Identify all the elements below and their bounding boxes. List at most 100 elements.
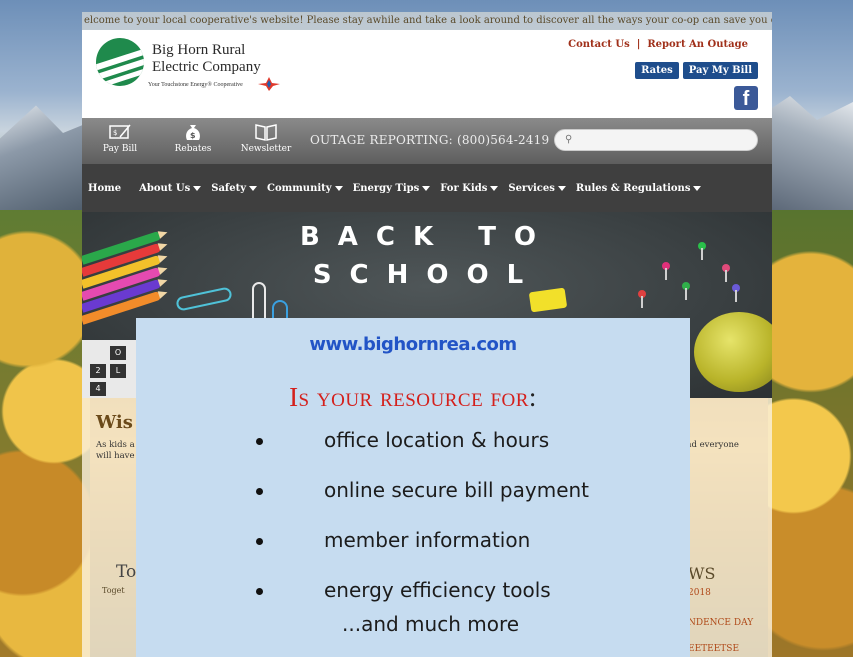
article-heading[interactable]: Wis [96, 412, 133, 433]
nav-energy-tips-label: Energy Tips [352, 182, 420, 194]
svg-text:$: $ [190, 131, 196, 140]
header-buttons: Rates Pay My Bill [635, 62, 758, 79]
calculator-key: 2 [90, 364, 106, 378]
push-pin [698, 242, 706, 260]
bullet-icon [256, 588, 263, 595]
outage-phone: OUTAGE REPORTING: (800)564-2419 [310, 133, 550, 147]
list-item-text: member information [324, 528, 531, 552]
list-item: member information [136, 528, 690, 578]
nav-for-kids[interactable]: For Kids [440, 182, 499, 194]
nav-rules-regulations-label: Rules & Regulations [575, 182, 691, 194]
welcome-marquee: elcome to your local cooperative's websi… [82, 12, 772, 30]
company-name[interactable]: Big Horn Rural Electric Company [152, 42, 261, 76]
nav-safety-label: Safety [211, 182, 247, 194]
nav-services[interactable]: Services [508, 183, 566, 194]
popup-more-text: ...and much more [342, 612, 520, 636]
chevron-down-icon [693, 185, 702, 191]
calculator-key: 4 [90, 382, 106, 396]
section-heading: To [116, 562, 137, 582]
background-mountain-right [763, 96, 853, 210]
nav-rules-regulations[interactable]: Rules & Regulations [576, 183, 702, 194]
nav-home-label: Home [88, 182, 122, 194]
broken-image[interactable]: Toget [102, 586, 125, 595]
facebook-icon[interactable]: f [734, 86, 758, 110]
chevron-down-icon [249, 185, 258, 191]
banner-title-line1: BACK TO [299, 222, 555, 252]
push-pin [732, 284, 740, 302]
nav-safety[interactable]: Safety [211, 182, 258, 194]
calculator: O 2 L 4 [82, 340, 138, 398]
news-item[interactable]: NDENCE DAY [688, 618, 753, 628]
popup-heading-text: Is your resource for [289, 382, 529, 412]
touchstone-logo-icon [258, 77, 280, 91]
push-pin [722, 264, 730, 282]
nav-community-label: Community [267, 182, 332, 194]
bullet-icon [256, 438, 263, 445]
pay-bill-tool[interactable]: $ Pay Bill [90, 122, 150, 154]
nav-about-us-label: About Us [139, 182, 191, 194]
touchstone-tagline: Your Touchstone Energy® Cooperative [148, 82, 243, 88]
news-item[interactable]: EETEETSE [688, 644, 739, 654]
quick-tools-bar: $ Pay Bill $ Rebates Newsletter OUTAGE R… [82, 118, 772, 164]
popup-heading: Is your resource for: [136, 382, 690, 413]
list-item: online secure bill payment [136, 478, 690, 528]
push-pin [682, 282, 690, 300]
chevron-down-icon [422, 185, 431, 191]
list-item-text: online secure bill payment [324, 478, 590, 502]
list-item: office location & hours [136, 428, 690, 478]
money-bag-icon: $ [186, 125, 200, 140]
pay-my-bill-button[interactable]: Pay My Bill [682, 62, 758, 79]
book-icon [255, 124, 277, 141]
main-nav: Home About Us Safety Community Energy Ti… [82, 164, 772, 212]
contact-us-link[interactable]: Contact Us [568, 39, 630, 50]
resource-popup[interactable]: www.bighornrea.com Is your resource for:… [136, 318, 690, 657]
nav-for-kids-label: For Kids [440, 182, 488, 194]
chevron-down-icon [334, 185, 343, 191]
sharpener [528, 287, 568, 313]
rebates-tool[interactable]: $ Rebates [163, 122, 223, 154]
newsletter-label: Newsletter [240, 144, 292, 154]
company-name-line2: Electric Company [152, 59, 261, 75]
bullet-icon [256, 488, 263, 495]
nav-about-us[interactable]: About Us [139, 182, 202, 194]
background-mountain-left [0, 105, 90, 210]
search-icon: ⚲ [565, 134, 573, 145]
coop-logo-icon[interactable] [96, 38, 144, 86]
pay-bill-label: Pay Bill [102, 144, 138, 154]
bullet-icon [256, 538, 263, 545]
rebates-label: Rebates [174, 144, 212, 154]
news-heading: WS [688, 564, 716, 583]
popup-bullet-list: office location & hours online secure bi… [136, 428, 690, 628]
push-pin [638, 290, 646, 308]
popup-heading-colon: : [528, 382, 537, 412]
report-outage-link[interactable]: Report An Outage [647, 39, 748, 50]
header-links: Contact Us | Report An Outage [568, 39, 748, 50]
company-name-line1: Big Horn Rural [152, 42, 246, 58]
background-trees-left [0, 210, 90, 657]
background-trees-right [768, 210, 853, 657]
nav-energy-tips[interactable]: Energy Tips [353, 183, 431, 194]
apple [694, 312, 772, 392]
newsletter-tool[interactable]: Newsletter [236, 122, 296, 154]
chevron-down-icon [193, 185, 202, 191]
paperclip [175, 286, 233, 312]
nav-services-label: Services [508, 182, 555, 194]
nav-community[interactable]: Community [267, 183, 343, 194]
site-header: Big Horn Rural Electric Company Your Tou… [82, 30, 772, 118]
search-input[interactable]: ⚲ [554, 129, 758, 151]
nav-home[interactable]: Home [88, 183, 121, 194]
list-item-text: office location & hours [324, 428, 550, 452]
news-item[interactable]: 2018 [688, 588, 711, 598]
calculator-key: O [110, 346, 126, 360]
svg-text:$: $ [113, 129, 117, 137]
chevron-down-icon [557, 185, 566, 191]
calculator-key: L [110, 364, 126, 378]
link-separator: | [636, 39, 641, 50]
popup-url[interactable]: www.bighornrea.com [136, 334, 690, 355]
list-item-text: energy efficiency tools [324, 578, 551, 602]
article-body-right: nd everyone [686, 440, 739, 450]
chevron-down-icon [490, 185, 499, 191]
push-pin [662, 262, 670, 280]
bill-icon: $ [109, 124, 131, 139]
rates-button[interactable]: Rates [635, 62, 679, 79]
